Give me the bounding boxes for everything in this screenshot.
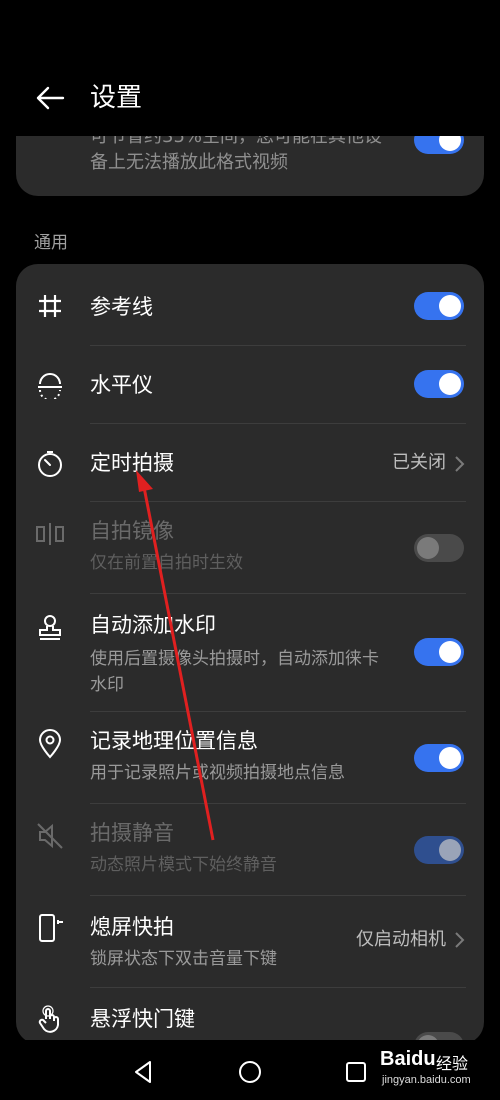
level-icon (34, 370, 66, 402)
setting-row-level[interactable]: 水平仪 (16, 346, 484, 424)
setting-row-mirror[interactable]: 自拍镜像 仅在前置自拍时生效 (16, 502, 484, 594)
nav-recents-icon[interactable] (342, 1058, 370, 1086)
section-label-general: 通用 (34, 233, 68, 253)
setting-row-grid[interactable]: 参考线 (16, 264, 484, 346)
setting-row-location[interactable]: 记录地理位置信息 用于记录照片或视频拍摄地点信息 (16, 712, 484, 804)
setting-row-timer[interactable]: 定时拍摄 已关闭 (16, 424, 484, 502)
quick-snap-icon (34, 912, 66, 944)
setting-subtitle: 仅在前置自拍时生效 (90, 553, 243, 573)
setting-title: 参考线 (90, 295, 153, 319)
app-header: 设置 (0, 0, 500, 136)
setting-title: 水平仪 (90, 373, 153, 397)
page-title: 设置 (90, 83, 143, 113)
back-button[interactable] (32, 80, 68, 116)
general-settings-card: 参考线 水平仪 定时拍摄 已关闭 自拍镜像 仅在前置自拍时生效 自动添加水印 使… (16, 264, 484, 1044)
watermark-toggle[interactable] (414, 638, 464, 666)
mirror-icon (34, 518, 66, 550)
setting-title: 自动添加水印 (90, 613, 216, 637)
mute-icon (34, 820, 66, 852)
chevron-right-icon (455, 932, 465, 948)
touch-hand-icon (34, 1004, 66, 1036)
mute-toggle[interactable] (414, 836, 464, 864)
baidu-watermark: Baidu 经验 jingyan.baidu.com (380, 1046, 490, 1090)
setting-subtitle: 锁屏状态下双击音量下键 (90, 949, 277, 969)
timer-value: 已关闭 (392, 452, 446, 473)
setting-title: 自拍镜像 (90, 519, 174, 543)
nav-back-icon[interactable] (130, 1058, 158, 1086)
grid-toggle[interactable] (414, 292, 464, 320)
setting-subtitle: 使用后置摄像头拍摄时，自动添加徕卡水印 (90, 649, 379, 695)
setting-row-quick-snap[interactable]: 熄屏快拍 锁屏状态下双击音量下键 仅启动相机 (16, 896, 484, 988)
mirror-toggle[interactable] (414, 534, 464, 562)
location-toggle[interactable] (414, 744, 464, 772)
setting-row-watermark[interactable]: 自动添加水印 使用后置摄像头拍摄时，自动添加徕卡水印 (16, 594, 484, 712)
setting-row-mute[interactable]: 拍摄静音 动态照片模式下始终静音 (16, 804, 484, 896)
stamp-icon (34, 612, 66, 644)
watermark-brand: Baidu (380, 1048, 436, 1070)
setting-title: 熄屏快拍 (90, 915, 174, 939)
setting-title: 定时拍摄 (90, 451, 174, 475)
chevron-right-icon (455, 456, 465, 472)
watermark-url: jingyan.baidu.com (382, 1074, 471, 1086)
arrow-left-icon (36, 86, 65, 110)
setting-subtitle: 用于记录照片或视频拍摄地点信息 (90, 763, 345, 783)
setting-title: 悬浮快门键 (90, 1007, 195, 1031)
grid-icon (34, 290, 66, 322)
setting-subtitle: 动态照片模式下始终静音 (90, 855, 277, 875)
level-toggle[interactable] (414, 370, 464, 398)
timer-icon (34, 448, 66, 480)
setting-title: 记录地理位置信息 (90, 729, 258, 753)
nav-home-icon[interactable] (236, 1058, 264, 1086)
quick-snap-value: 仅启动相机 (356, 929, 446, 950)
watermark-suffix: 经验 (436, 1054, 469, 1073)
setting-row-floating-shutter[interactable]: 悬浮快门键 (16, 988, 484, 1044)
setting-title: 拍摄静音 (90, 821, 174, 845)
location-pin-icon (34, 728, 66, 760)
